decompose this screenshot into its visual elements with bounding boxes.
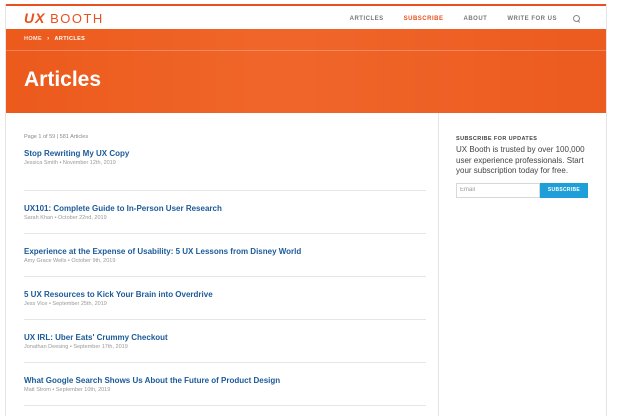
nav-write-for-us[interactable]: WRITE FOR US <box>507 16 557 22</box>
page-count: Page 1 of 59 | 581 Articles <box>24 134 89 140</box>
list-item: 5 UX Resources to Kick Your Brain into O… <box>24 277 426 320</box>
article-meta: Sarah Khan • October 22nd, 2019 <box>24 215 107 221</box>
article-title-link[interactable]: What Google Search Shows Us About the Fu… <box>24 375 426 386</box>
subscribe-button[interactable]: SUBSCRIBE <box>540 182 588 198</box>
article-title-link[interactable]: UX IRL: Uber Eats' Crummy Checkout <box>24 332 426 343</box>
subscribe-form: SUBSCRIBE <box>456 182 596 198</box>
article-title-link[interactable]: 5 UX Resources to Kick Your Brain into O… <box>24 289 426 300</box>
list-item: What Google Search Shows Us About the Fu… <box>24 363 426 406</box>
nav-articles[interactable]: ARTICLES <box>350 16 384 22</box>
article-meta: Amy Grace Wells • October 9th, 2019 <box>24 258 116 264</box>
top-navigation: UX BOOTH ARTICLES SUBSCRIBE ABOUT WRITE … <box>6 6 606 29</box>
sidebar-divider <box>438 113 439 416</box>
email-field[interactable] <box>456 182 540 198</box>
breadcrumb-current: ARTICLES <box>54 36 86 42</box>
subscribe-heading: SUBSCRIBE FOR UPDATES <box>456 136 538 142</box>
page-hero: HOME › ARTICLES Articles <box>6 29 606 113</box>
logo-booth: BOOTH <box>50 11 104 26</box>
article-title-link[interactable]: Stop Rewriting My UX Copy <box>24 148 426 159</box>
article-title-link[interactable]: UX101: Complete Guide to In-Person User … <box>24 203 426 214</box>
article-list: Page 1 of 59 | 581 Articles Stop Rewriti… <box>24 134 426 406</box>
hero-divider <box>6 50 606 51</box>
logo-ux: UX <box>24 10 46 26</box>
breadcrumb: HOME › ARTICLES <box>24 36 85 42</box>
list-item: Experience at the Expense of Usability: … <box>24 234 426 277</box>
article-meta: Matt Strom • September 10th, 2019 <box>24 387 111 393</box>
list-item: UX IRL: Uber Eats' Crummy Checkout Jonat… <box>24 320 426 363</box>
article-meta: Jonathan Deesing • September 17th, 2019 <box>24 344 128 350</box>
subscribe-sidebar: SUBSCRIBE FOR UPDATES UX Booth is truste… <box>456 136 596 198</box>
page-title: Articles <box>24 68 102 91</box>
subscribe-description: UX Booth is trusted by over 100,000 user… <box>456 145 585 175</box>
breadcrumb-home[interactable]: HOME <box>24 36 42 42</box>
article-meta: Jessica Smith • November 12th, 2019 <box>24 160 116 166</box>
article-title-link[interactable]: Experience at the Expense of Usability: … <box>24 246 426 257</box>
nav-about[interactable]: ABOUT <box>463 16 487 22</box>
ux-booth-logo[interactable]: UX BOOTH <box>24 10 104 26</box>
article-meta: Jess Vice • September 25th, 2019 <box>24 301 107 307</box>
list-item: Stop Rewriting My UX Copy Jessica Smith … <box>24 148 426 191</box>
nav-subscribe[interactable]: SUBSCRIBE <box>404 16 444 22</box>
nav-links: ARTICLES SUBSCRIBE ABOUT WRITE FOR US <box>330 15 580 22</box>
search-icon[interactable] <box>573 15 580 22</box>
browser-page: UX BOOTH ARTICLES SUBSCRIBE ABOUT WRITE … <box>5 4 607 416</box>
list-item: UX101: Complete Guide to In-Person User … <box>24 191 426 234</box>
chevron-right-icon: › <box>47 36 50 42</box>
